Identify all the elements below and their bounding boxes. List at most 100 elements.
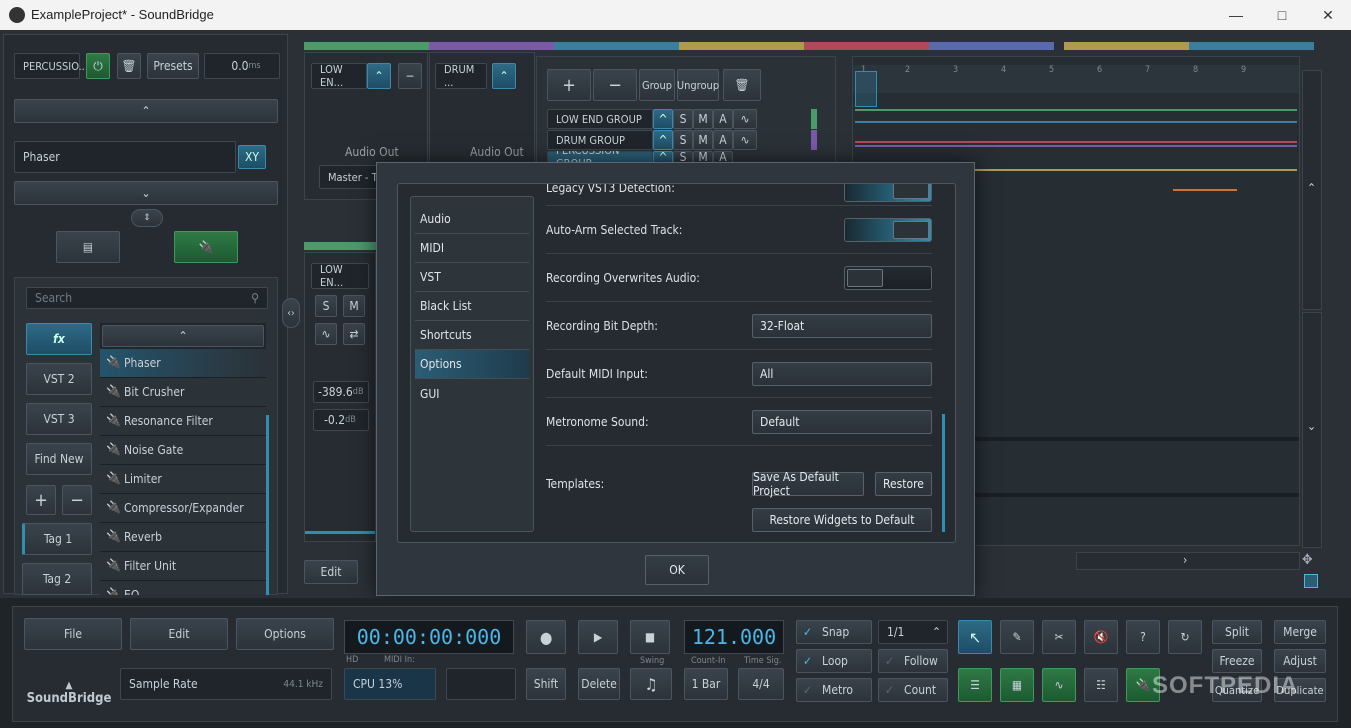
nav-black-list[interactable]: Black List: [415, 292, 529, 321]
ungroup-button[interactable]: Ungroup: [677, 69, 719, 101]
save-default-project-button[interactable]: Save As Default Project: [752, 470, 864, 498]
device-name[interactable]: PERCUSSIO...: [14, 53, 88, 79]
solo-button[interactable]: S: [673, 130, 693, 150]
gain-value[interactable]: 0.0 ms: [204, 53, 280, 79]
group-arm-icon[interactable]: ^: [653, 130, 673, 150]
add-tag-button[interactable]: +: [26, 485, 56, 515]
list-scroll-up[interactable]: ⌃: [102, 325, 264, 347]
time-display[interactable]: 00:00:00:000: [344, 620, 514, 654]
effect-item[interactable]: 🔌 Resonance Filter: [100, 407, 266, 436]
power-button[interactable]: ⏻: [86, 53, 110, 79]
bpm-display[interactable]: 121.000: [684, 620, 784, 654]
envelope-icon[interactable]: ∿: [733, 130, 757, 150]
midi-input-select[interactable]: All: [752, 362, 932, 386]
record-button[interactable]: ●: [526, 620, 566, 654]
envelope-icon[interactable]: ∿: [315, 323, 337, 345]
collapse-up-button[interactable]: ⌃: [14, 99, 278, 123]
channel-arm-button[interactable]: ⌃: [367, 63, 391, 89]
mute-tool[interactable]: 🔇: [1084, 620, 1118, 654]
add-group-button[interactable]: +: [547, 69, 591, 101]
swing-button[interactable]: ♫: [630, 668, 672, 700]
move-icon[interactable]: ✥: [1302, 552, 1313, 568]
group-row[interactable]: DRUM GROUP ^ S M A ∿: [547, 130, 821, 150]
expand-down-button[interactable]: ⌄: [14, 181, 278, 205]
effect-item[interactable]: 🔌 Phaser: [100, 349, 266, 378]
timeline-ruler[interactable]: 1 2 3 4 5 6 7 8 9: [853, 65, 1299, 93]
delete-group-button[interactable]: 🗑: [723, 69, 761, 101]
zoom-icon[interactable]: [1304, 574, 1318, 588]
delete-device-button[interactable]: 🗑: [117, 53, 141, 79]
merge-button[interactable]: Merge: [1274, 620, 1326, 644]
automation-button[interactable]: A: [713, 130, 733, 150]
mute-button[interactable]: M: [693, 130, 713, 150]
group-arm-icon[interactable]: ^: [653, 109, 673, 129]
snap-toggle[interactable]: ✓ Snap: [796, 620, 872, 644]
play-button[interactable]: ▶: [578, 620, 618, 654]
group-button[interactable]: Group: [639, 69, 675, 101]
mixer-view-button[interactable]: ▦: [1000, 668, 1034, 702]
options-scrollbar[interactable]: [942, 414, 945, 532]
xy-button[interactable]: XY: [238, 145, 266, 169]
nav-midi[interactable]: MIDI: [415, 234, 529, 263]
ok-button[interactable]: OK: [645, 555, 709, 585]
nav-audio[interactable]: Audio: [415, 205, 529, 234]
options-menu-button[interactable]: Options: [236, 618, 334, 650]
pan-value[interactable]: -0.2 dB: [313, 409, 369, 431]
shift-button[interactable]: Shift: [526, 668, 566, 700]
shuffle-icon[interactable]: ⇄: [343, 323, 365, 345]
tag2-button[interactable]: Tag 2: [22, 563, 92, 595]
quantize-select[interactable]: 1/1 ⌃: [878, 620, 948, 644]
effect-item[interactable]: 🔌 EQ: [100, 581, 266, 595]
recording-overwrites-toggle[interactable]: [844, 266, 932, 290]
effect-item[interactable]: 🔌 Noise Gate: [100, 436, 266, 465]
legacy-vst3-toggle[interactable]: [844, 184, 932, 202]
plugin-view-button[interactable]: 🔌: [174, 231, 238, 263]
piano-view-button[interactable]: ☷: [1084, 668, 1118, 702]
minimize-icon[interactable]: —: [1213, 0, 1259, 30]
vertical-scrollbar[interactable]: ⌃: [1302, 70, 1322, 310]
mute-button[interactable]: M: [693, 109, 713, 129]
delete-button[interactable]: Delete: [578, 668, 620, 700]
effect-item[interactable]: 🔌 Filter Unit: [100, 552, 266, 581]
count-in-button[interactable]: 1 Bar: [684, 668, 728, 700]
solo-button[interactable]: S: [315, 295, 337, 317]
horizontal-scrollbar[interactable]: ›: [1076, 552, 1300, 570]
nav-shortcuts[interactable]: Shortcuts: [415, 321, 529, 350]
channel-arm-button[interactable]: ⌃: [492, 63, 516, 89]
follow-toggle[interactable]: ✓ Follow: [878, 649, 948, 673]
group-row[interactable]: LOW END GROUP ^ S M A ∿: [547, 109, 821, 129]
channel-name[interactable]: LOW EN...: [311, 63, 367, 89]
pencil-tool[interactable]: ✎: [1000, 620, 1034, 654]
metro-toggle[interactable]: ✓ Metro: [796, 678, 872, 702]
auto-arm-toggle[interactable]: [844, 218, 932, 242]
browser-view-button[interactable]: ▤: [56, 231, 120, 263]
presets-button[interactable]: Presets: [147, 53, 199, 79]
freeze-button[interactable]: Freeze: [1212, 649, 1262, 673]
edit-menu-button[interactable]: Edit: [130, 618, 228, 650]
effect-item[interactable]: 🔌 Limiter: [100, 465, 266, 494]
channel-collapse-button[interactable]: −: [398, 63, 422, 89]
scissors-tool[interactable]: ✂: [1042, 620, 1076, 654]
restore-button[interactable]: Restore: [875, 472, 932, 496]
adjust-button[interactable]: Adjust: [1274, 649, 1326, 673]
restore-widgets-button[interactable]: Restore Widgets to Default: [752, 508, 932, 532]
effect-item[interactable]: 🔌 Bit Crusher: [100, 378, 266, 407]
undo-button[interactable]: ↻: [1168, 620, 1202, 654]
nav-vst[interactable]: VST: [415, 263, 529, 292]
time-sig-button[interactable]: 4/4: [738, 668, 784, 700]
effect-item[interactable]: 🔌 Reverb: [100, 523, 266, 552]
volume-value[interactable]: -389.6 dB: [313, 381, 369, 403]
loop-toggle[interactable]: ✓ Loop: [796, 649, 872, 673]
vst3-category-button[interactable]: VST 3: [26, 403, 92, 435]
maximize-icon[interactable]: □: [1259, 0, 1305, 30]
vst2-category-button[interactable]: VST 2: [26, 363, 92, 395]
mute-button[interactable]: M: [343, 295, 365, 317]
split-button[interactable]: Split: [1212, 620, 1262, 644]
close-icon[interactable]: ✕: [1305, 0, 1351, 30]
automation-button[interactable]: A: [713, 109, 733, 129]
channel-name[interactable]: DRUM ...: [435, 63, 487, 89]
loop-marker[interactable]: [855, 71, 877, 107]
tag1-button[interactable]: Tag 1: [22, 523, 92, 555]
effects-scrollbar[interactable]: [266, 415, 269, 595]
edit-mixer-button[interactable]: Edit: [304, 560, 358, 584]
